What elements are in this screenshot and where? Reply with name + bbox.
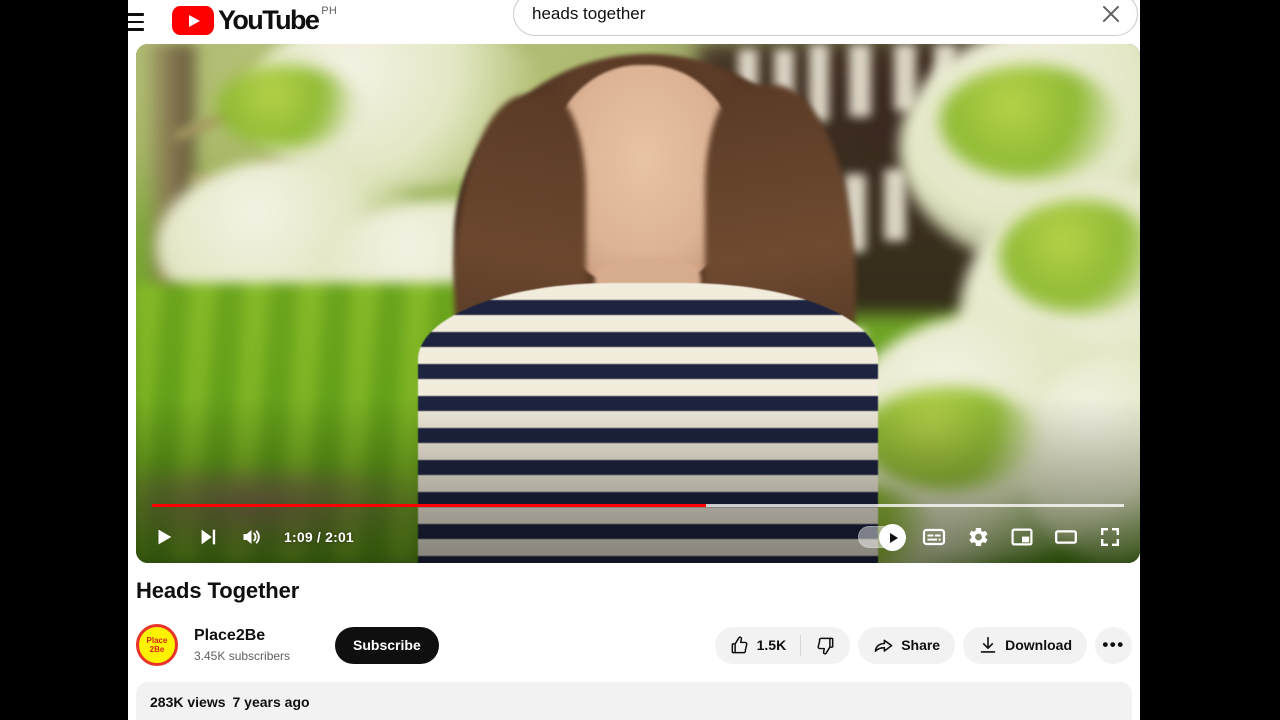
player-controls: 1:09 / 2:01 [136, 511, 1140, 563]
hamburger-bar [128, 20, 144, 24]
progress-played [152, 504, 707, 507]
video-title: Heads Together [136, 578, 300, 603]
like-button[interactable]: 1.5K [715, 627, 801, 664]
avatar-line-1: Place [146, 636, 168, 645]
hamburger-menu-icon[interactable] [128, 8, 148, 36]
hamburger-bar [128, 28, 144, 31]
channel-name[interactable]: Place2Be [194, 626, 290, 646]
autoplay-toggle-icon [858, 524, 906, 551]
share-button[interactable]: Share [858, 626, 956, 664]
download-button[interactable]: Download [963, 626, 1087, 664]
fullscreen-button[interactable] [1088, 515, 1132, 559]
subscribe-button[interactable]: Subscribe [335, 626, 439, 664]
avatar[interactable]: Place 2Be [136, 624, 178, 666]
youtube-logo-text: YouTube [218, 5, 320, 35]
youtube-play-icon [172, 6, 214, 35]
share-label: Share [901, 637, 941, 653]
youtube-page: YouTube PH heads together 1:09 / 2:01 He… [128, 0, 1140, 720]
next-button[interactable] [186, 515, 230, 559]
more-horizontal-icon: ••• [1102, 635, 1125, 654]
avatar-line-2: 2Be [149, 645, 165, 654]
play-button[interactable] [142, 515, 186, 559]
video-meta: 283K views 7 years ago [150, 694, 1118, 710]
search-bar[interactable]: heads together [513, 0, 1138, 36]
view-count: 283K views [150, 694, 226, 710]
subtitles-button[interactable] [912, 515, 956, 559]
theater-button[interactable] [1044, 515, 1088, 559]
video-player[interactable]: 1:09 / 2:01 [136, 44, 1140, 563]
settings-button[interactable] [956, 515, 1000, 559]
action-buttons: 1.5K Share Download ••• [714, 626, 1132, 664]
owner-row: Place 2Be Place2Be 3.45K subscribers Sub… [136, 618, 1132, 672]
subscriber-count: 3.45K subscribers [194, 648, 291, 663]
volume-button[interactable] [230, 515, 274, 559]
autoplay-toggle[interactable] [854, 515, 912, 559]
hamburger-bar [128, 13, 144, 16]
download-label: Download [1005, 637, 1072, 653]
close-icon[interactable] [1091, 0, 1131, 34]
country-code-label: PH [321, 5, 338, 17]
video-frame [136, 44, 1140, 563]
youtube-logo[interactable]: YouTube PH [172, 3, 337, 37]
publish-date: 7 years ago [232, 694, 310, 710]
progress-bar[interactable] [152, 504, 1124, 507]
masthead: YouTube PH heads together [128, 0, 1140, 44]
more-actions-button[interactable]: ••• [1095, 626, 1132, 664]
channel-info[interactable]: Place2Be 3.45K subscribers [194, 626, 290, 665]
time-display: 1:09 / 2:01 [284, 529, 354, 545]
search-input[interactable]: heads together [532, 0, 1091, 36]
like-dislike-group: 1.5K [714, 626, 851, 664]
description-box[interactable]: 283K views 7 years ago [136, 682, 1132, 720]
like-count: 1.5K [756, 637, 787, 653]
miniplayer-button[interactable] [1000, 515, 1044, 559]
screen: YouTube PH heads together 1:09 / 2:01 He… [0, 0, 1280, 720]
dislike-button[interactable] [801, 627, 850, 664]
